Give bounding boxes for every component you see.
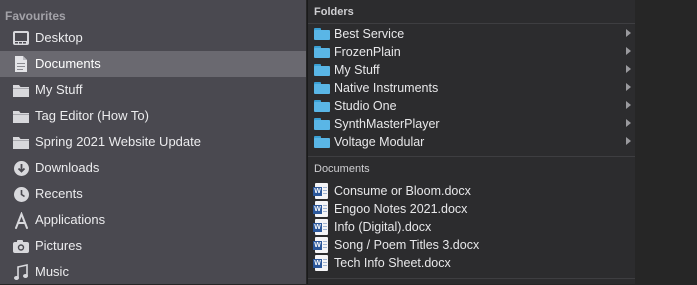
- folder-row[interactable]: FrozenPlain: [308, 43, 635, 61]
- folder-icon: [314, 100, 330, 112]
- word-document-icon: W: [313, 255, 328, 271]
- folder-label: Studio One: [334, 99, 397, 113]
- sidebar: Favourites Desktop Documents My Stuff Ta…: [0, 0, 306, 284]
- sidebar-item-label: Desktop: [35, 30, 83, 45]
- chevron-right-icon: [626, 101, 631, 109]
- folder-label: Voltage Modular: [334, 135, 425, 149]
- folder-row[interactable]: Native Instruments: [308, 79, 635, 97]
- word-document-icon: W: [313, 237, 328, 253]
- sidebar-item-label: Music: [35, 264, 69, 279]
- folder-row[interactable]: My Stuff: [308, 61, 635, 79]
- folder-row[interactable]: Voltage Modular: [308, 133, 635, 151]
- documents-header: Documents: [314, 163, 370, 175]
- sidebar-item-applications[interactable]: Applications: [0, 207, 306, 233]
- folder-icon: [314, 82, 330, 94]
- folder-label: SynthMasterPlayer: [334, 117, 440, 131]
- folder-row[interactable]: Studio One: [308, 97, 635, 115]
- folder-icon: [314, 46, 330, 58]
- document-label: Tech Info Sheet.docx: [334, 256, 451, 270]
- folder-icon: [314, 118, 330, 130]
- divider: [308, 23, 635, 24]
- sidebar-item-label: Tag Editor (How To): [35, 108, 149, 123]
- word-document-icon: W: [313, 219, 328, 235]
- sidebar-item-pictures[interactable]: Pictures: [0, 233, 306, 259]
- document-row[interactable]: W Engoo Notes 2021.docx: [308, 200, 635, 218]
- document-row[interactable]: W Consume or Bloom.docx: [308, 182, 635, 200]
- chevron-right-icon: [626, 65, 631, 73]
- folder-icon: [314, 28, 330, 40]
- sidebar-item-downloads[interactable]: Downloads: [0, 155, 306, 181]
- document-label: Info (Digital).docx: [334, 220, 432, 234]
- sidebar-item-spring-2021[interactable]: Spring 2021 Website Update: [0, 129, 306, 155]
- recents-icon: [12, 185, 30, 203]
- folder-icon: [314, 136, 330, 148]
- word-document-icon: W: [313, 183, 328, 199]
- sidebar-item-label: My Stuff: [35, 82, 83, 97]
- sidebar-item-desktop[interactable]: Desktop: [0, 25, 306, 51]
- sidebar-item-recents[interactable]: Recents: [0, 181, 306, 207]
- folder-row[interactable]: Best Service: [308, 25, 635, 43]
- empty-preview-pane: [635, 0, 697, 284]
- document-row[interactable]: W Info (Digital).docx: [308, 218, 635, 236]
- recent-items-panel: Folders Best Service FrozenPlain My Stuf…: [307, 0, 636, 284]
- document-row[interactable]: W Tech Info Sheet.docx: [308, 254, 635, 272]
- desktop-icon: [12, 29, 30, 47]
- downloads-icon: [12, 159, 30, 177]
- sidebar-item-label: Recents: [35, 186, 83, 201]
- chevron-right-icon: [626, 137, 631, 145]
- document-label: Engoo Notes 2021.docx: [334, 202, 468, 216]
- divider: [308, 156, 635, 157]
- document-label: Song / Poem Titles 3.docx: [334, 238, 480, 252]
- folder-row[interactable]: SynthMasterPlayer: [308, 115, 635, 133]
- music-icon: [12, 263, 30, 281]
- sidebar-item-label: Spring 2021 Website Update: [35, 134, 201, 149]
- sidebar-item-music[interactable]: Music: [0, 259, 306, 285]
- pictures-icon: [12, 237, 30, 255]
- chevron-right-icon: [626, 47, 631, 55]
- sidebar-item-label: Downloads: [35, 160, 100, 175]
- documents-icon: [12, 55, 30, 73]
- folder-icon: [314, 64, 330, 76]
- chevron-right-icon: [626, 29, 631, 37]
- chevron-right-icon: [626, 83, 631, 91]
- folder-label: My Stuff: [334, 63, 380, 77]
- document-row[interactable]: W Song / Poem Titles 3.docx: [308, 236, 635, 254]
- folder-label: Best Service: [334, 27, 405, 41]
- folder-icon: [12, 133, 30, 151]
- folders-header: Folders: [314, 6, 354, 18]
- divider: [308, 278, 635, 279]
- sidebar-item-label: Documents: [35, 56, 101, 71]
- sidebar-item-tag-editor[interactable]: Tag Editor (How To): [0, 103, 306, 129]
- document-label: Consume or Bloom.docx: [334, 184, 471, 198]
- sidebar-item-my-stuff[interactable]: My Stuff: [0, 77, 306, 103]
- sidebar-item-documents[interactable]: Documents: [0, 51, 306, 77]
- chevron-right-icon: [626, 119, 631, 127]
- sidebar-section-title: Favourites: [5, 9, 66, 23]
- applications-icon: [12, 211, 30, 229]
- folder-icon: [12, 107, 30, 125]
- folder-label: Native Instruments: [334, 81, 439, 95]
- word-document-icon: W: [313, 201, 328, 217]
- sidebar-item-label: Pictures: [35, 238, 82, 253]
- folder-label: FrozenPlain: [334, 45, 401, 59]
- folder-icon: [12, 81, 30, 99]
- sidebar-item-label: Applications: [35, 212, 106, 227]
